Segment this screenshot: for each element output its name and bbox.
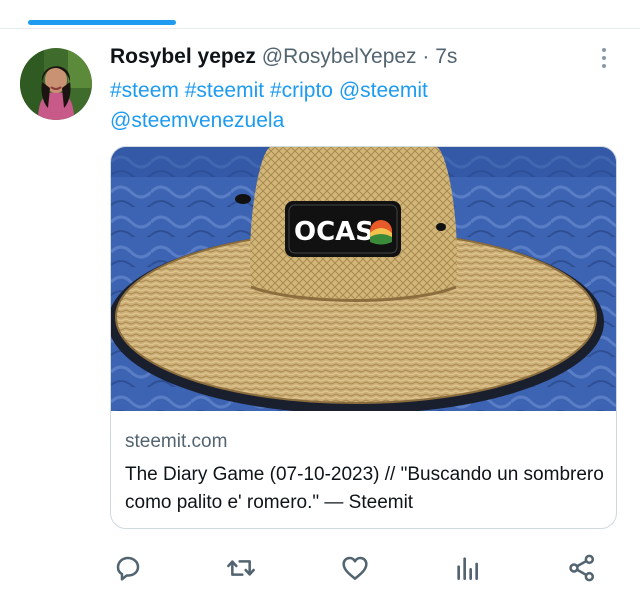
card-image: OCAS: [111, 147, 616, 411]
share-icon: [569, 554, 595, 582]
more-dot-icon: [602, 56, 606, 60]
more-dot-icon: [602, 48, 606, 52]
hashtag-steemit[interactable]: #steemit: [185, 79, 264, 102]
action-bar: [110, 548, 610, 588]
tweet-text: #steem #steemit #cripto @steemit @steemv…: [110, 76, 610, 136]
like-icon: [342, 556, 368, 580]
card-image-logo: OCAS: [294, 217, 374, 247]
avatar[interactable]: [20, 48, 92, 120]
more-dot-icon: [602, 64, 606, 68]
hashtag-cripto[interactable]: #cripto: [270, 79, 333, 102]
link-preview-card[interactable]: OCAS steemit.com The Diary Game (07-10-2…: [110, 146, 617, 529]
views-icon: [457, 557, 478, 580]
share-button[interactable]: [566, 552, 598, 584]
views-button[interactable]: [452, 552, 484, 584]
retweet-button[interactable]: [225, 552, 257, 584]
timestamp[interactable]: 7s: [435, 45, 457, 68]
mention-steemit[interactable]: @steemit: [339, 79, 428, 102]
author-name[interactable]: Rosybel yepez: [110, 45, 256, 68]
card-domain: steemit.com: [125, 431, 228, 452]
tweet-header: Rosybel yepez @RosybelYepez · 7s: [110, 43, 457, 71]
active-tab-indicator: [28, 20, 176, 25]
top-divider: [0, 28, 640, 29]
like-button[interactable]: [339, 552, 371, 584]
tweet-text-line: #steem #steemit #cripto @steemit: [110, 76, 610, 106]
card-title: The Diary Game (07-10-2023) // "Buscando…: [125, 464, 604, 513]
hashtag-steem[interactable]: #steem: [110, 79, 179, 102]
reply-icon: [116, 556, 140, 581]
separator: ·: [422, 45, 430, 68]
retweet-icon: [227, 560, 255, 576]
reply-button[interactable]: [112, 552, 144, 584]
avatar-image: [20, 48, 92, 120]
tweet-text-line: @steemvenezuela: [110, 106, 610, 136]
author-handle[interactable]: @RosybelYepez: [262, 45, 417, 68]
mention-steemvenezuela[interactable]: @steemvenezuela: [110, 109, 284, 132]
more-options-button[interactable]: [592, 42, 616, 74]
